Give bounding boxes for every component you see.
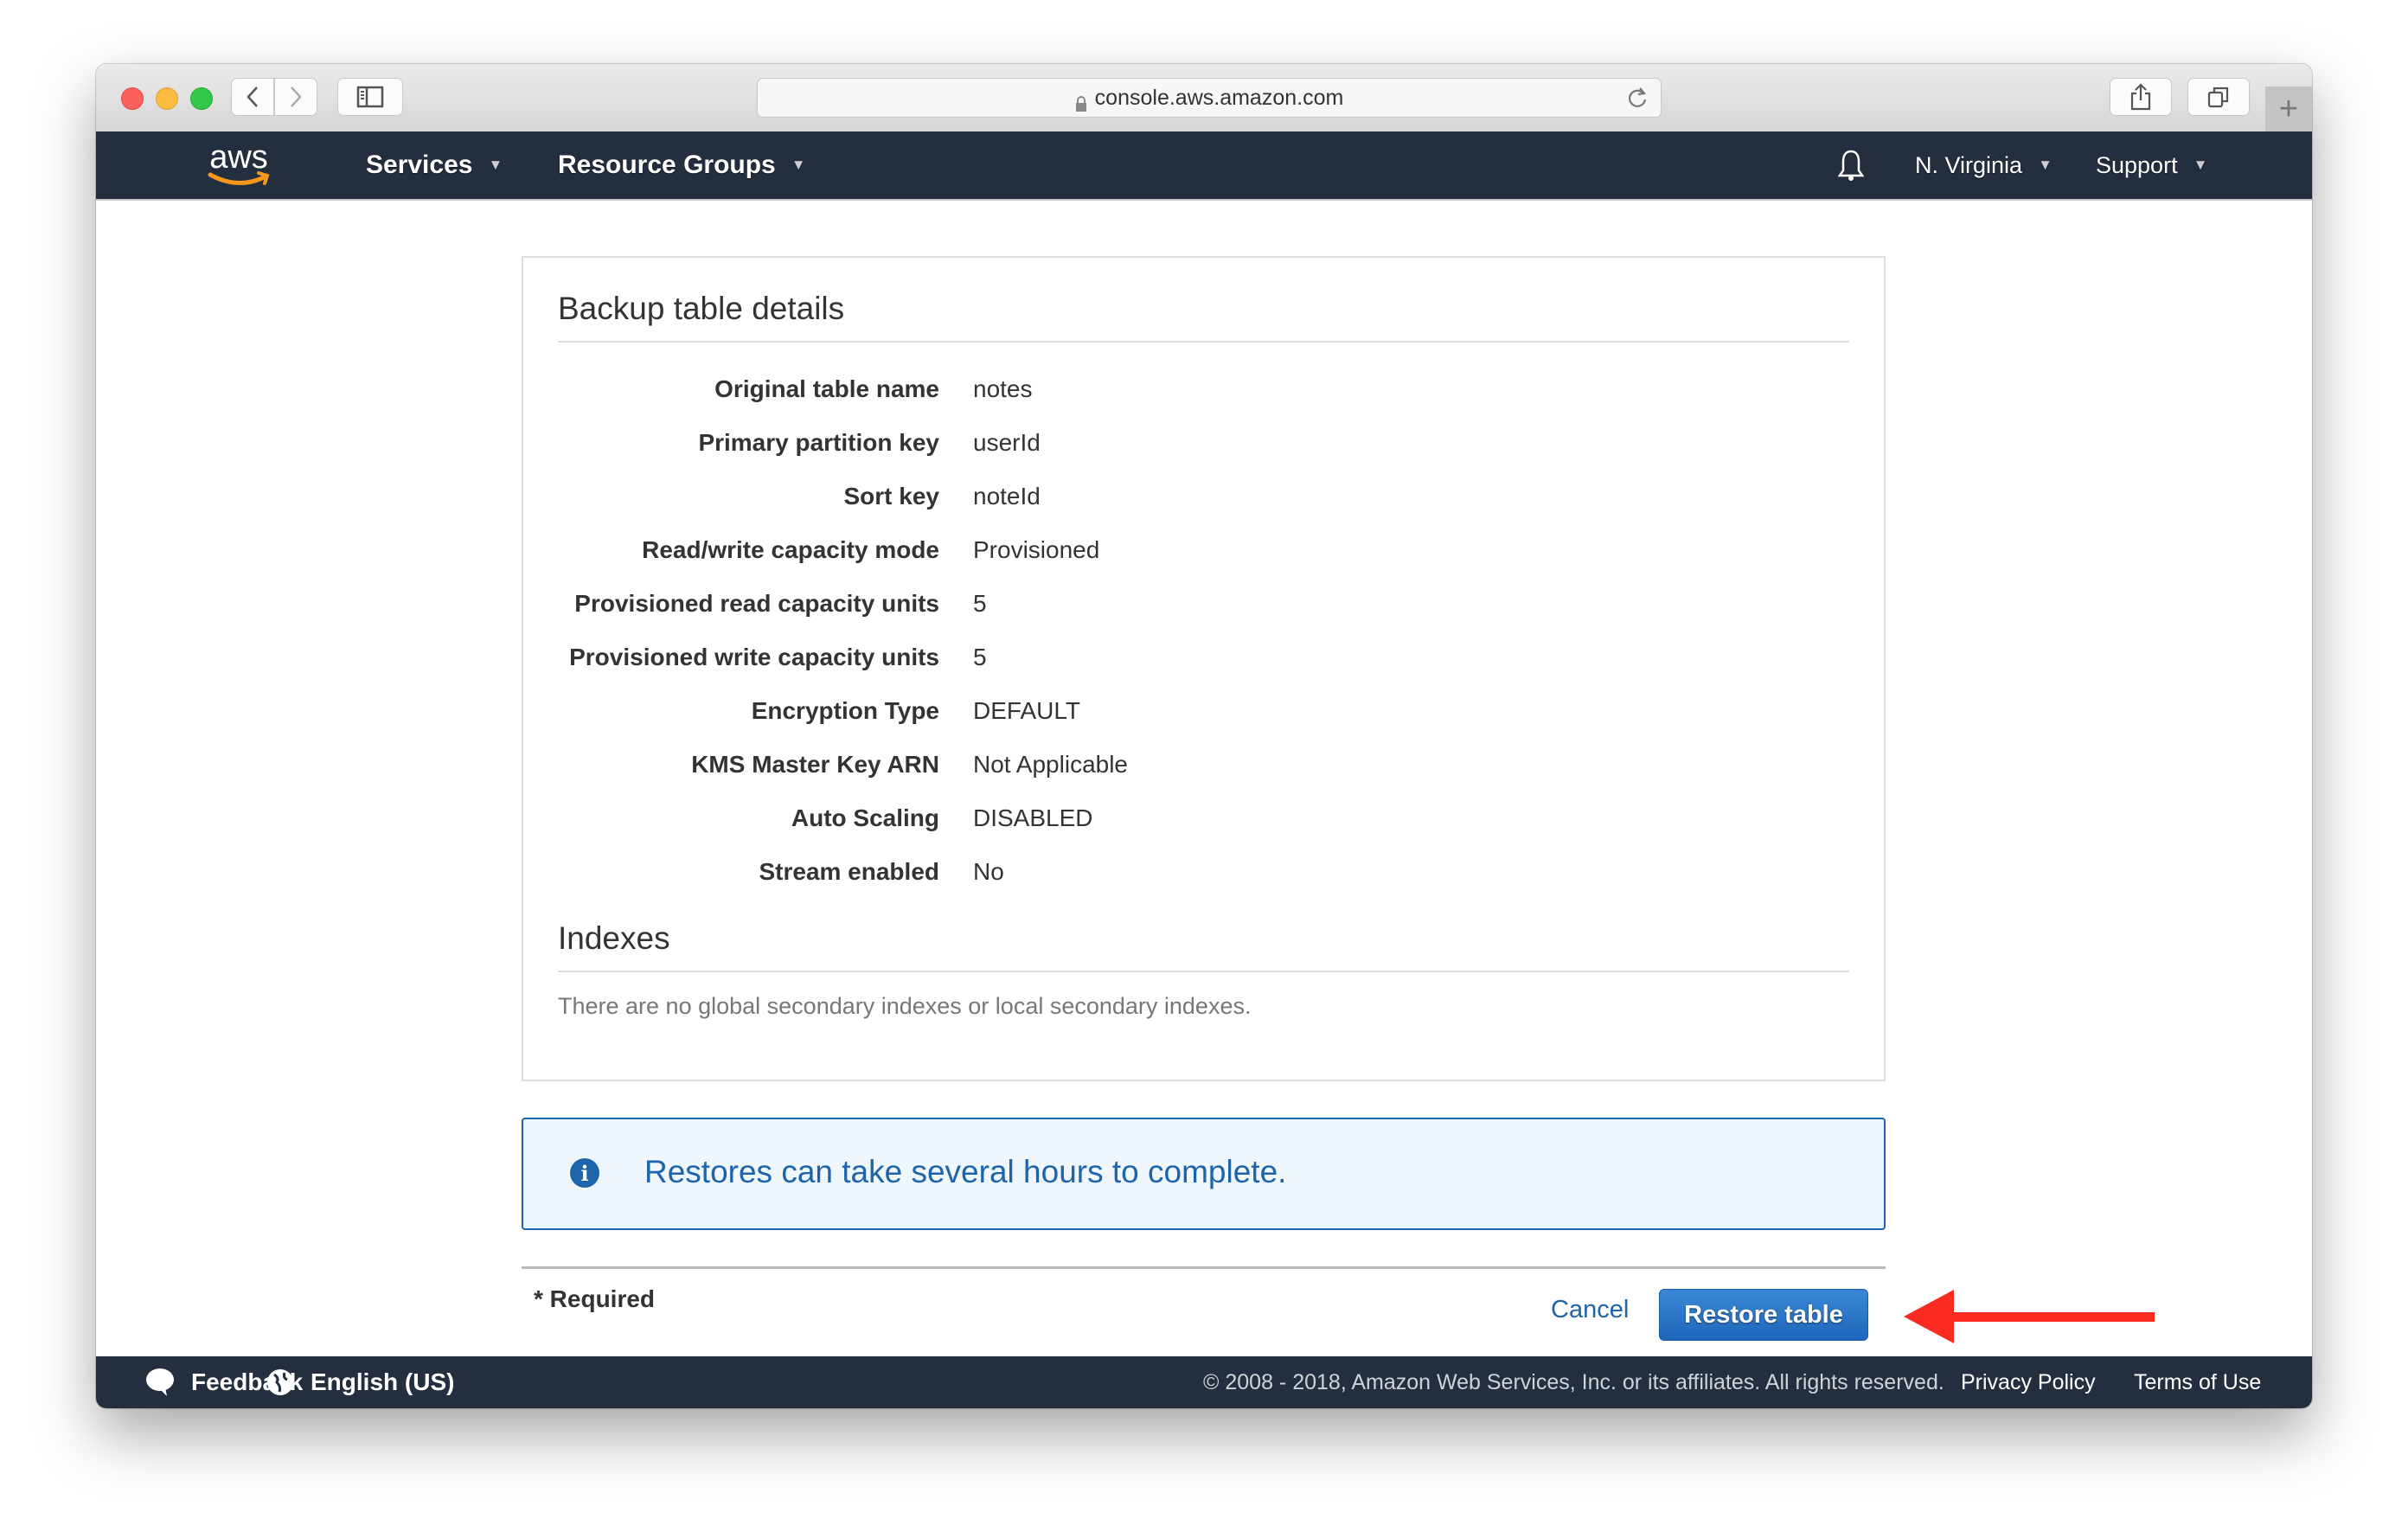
indexes-empty-message: There are no global secondary indexes or…	[558, 993, 1252, 1019]
detail-label: Primary partition key	[698, 429, 939, 456]
support-menu[interactable]: Support ▼	[2096, 131, 2207, 199]
divider	[558, 341, 1849, 343]
sidebar-icon	[356, 86, 384, 108]
detail-value: DISABLED	[973, 804, 1093, 831]
detail-label: Read/write capacity mode	[642, 536, 939, 563]
speech-bubble-icon	[146, 1368, 174, 1396]
plus-icon: +	[2278, 90, 2299, 127]
region-label: N. Virginia	[1915, 151, 2023, 178]
language-label: English (US)	[311, 1368, 455, 1395]
copyright-text: © 2008 - 2018, Amazon Web Services, Inc.…	[1203, 1369, 1944, 1394]
aws-navbar: aws Services ▼ Resource Groups ▼ N. Virg…	[96, 131, 2312, 201]
detail-row: Provisioned write capacity units 5	[523, 644, 1884, 678]
detail-row: Stream enabled No	[523, 858, 1884, 893]
info-alert: i Restores can take several hours to com…	[522, 1118, 1886, 1230]
show-tabs-button[interactable]	[2187, 78, 2250, 116]
new-tab-button[interactable]: +	[2265, 87, 2312, 131]
services-menu[interactable]: Services ▼	[366, 131, 503, 199]
privacy-policy-link[interactable]: Privacy Policy	[1961, 1356, 2096, 1408]
detail-label: Original table name	[714, 375, 939, 402]
sidebar-toggle-button[interactable]	[337, 78, 403, 116]
detail-row: Auto Scaling DISABLED	[523, 804, 1884, 839]
reload-icon[interactable]	[1626, 86, 1649, 116]
detail-label: Sort key	[843, 483, 940, 509]
detail-value: notes	[973, 375, 1033, 402]
url-text: console.aws.amazon.com	[1094, 85, 1344, 110]
resource-groups-label: Resource Groups	[558, 151, 776, 179]
cancel-button[interactable]: Cancel	[1551, 1296, 1629, 1324]
console-footer: Feedback English (US) © 2008 - 2018, Ama…	[96, 1356, 2312, 1408]
detail-label: Provisioned read capacity units	[574, 590, 939, 617]
resource-groups-menu[interactable]: Resource Groups ▼	[558, 131, 806, 199]
tabs-icon	[2207, 87, 2229, 108]
browser-window: console.aws.amazon.com + aws Services ▼ …	[96, 64, 2312, 1408]
required-note: * Required	[534, 1285, 656, 1312]
support-label: Support	[2096, 151, 2178, 178]
detail-row: Sort key noteId	[523, 483, 1884, 517]
detail-label: Encryption Type	[751, 697, 939, 724]
detail-value: 5	[973, 644, 987, 670]
backup-details-panel: Backup table details Original table name…	[522, 256, 1886, 1081]
language-selector[interactable]: English (US)	[266, 1356, 454, 1408]
services-label: Services	[366, 151, 473, 179]
globe-icon	[267, 1369, 293, 1395]
minimize-window-button[interactable]	[156, 87, 178, 110]
detail-row: Encryption Type DEFAULT	[523, 697, 1884, 732]
backup-details-title: Backup table details	[558, 291, 845, 326]
back-button[interactable]	[231, 78, 274, 116]
detail-row: Provisioned read capacity units 5	[523, 590, 1884, 625]
share-button[interactable]	[2110, 78, 2172, 116]
info-icon: i	[570, 1158, 599, 1188]
annotation-arrow-icon	[1904, 1290, 2155, 1343]
detail-label: Stream enabled	[759, 858, 939, 885]
detail-value: DEFAULT	[973, 697, 1080, 724]
chevron-right-icon	[291, 87, 302, 107]
divider	[522, 1266, 1886, 1269]
detail-label: Provisioned write capacity units	[569, 644, 939, 670]
detail-row: Original table name notes	[523, 375, 1884, 410]
detail-value: Not Applicable	[973, 751, 1129, 778]
terms-of-use-link[interactable]: Terms of Use	[2134, 1356, 2261, 1408]
detail-label: Auto Scaling	[791, 804, 939, 831]
detail-value: No	[973, 858, 1004, 885]
detail-row: Read/write capacity mode Provisioned	[523, 536, 1884, 571]
close-window-button[interactable]	[121, 87, 144, 110]
indexes-title: Indexes	[558, 920, 670, 956]
browser-toolbar: console.aws.amazon.com +	[96, 64, 2312, 132]
share-icon	[2130, 83, 2151, 111]
detail-value: 5	[973, 590, 987, 617]
aws-logo[interactable]: aws	[200, 139, 278, 192]
restore-table-button[interactable]: Restore table	[1659, 1289, 1868, 1341]
forward-button[interactable]	[274, 78, 317, 116]
detail-value: Provisioned	[973, 536, 1100, 563]
notifications-button[interactable]	[1836, 131, 1866, 199]
lock-icon	[1075, 93, 1087, 112]
aws-logo-text: aws	[209, 140, 268, 176]
detail-row: Primary partition key userId	[523, 429, 1884, 464]
chevron-down-icon: ▼	[2193, 157, 2208, 173]
detail-value: noteId	[973, 483, 1041, 509]
chevron-left-icon	[247, 87, 258, 107]
info-alert-message: Restores can take several hours to compl…	[644, 1154, 1287, 1189]
detail-value: userId	[973, 429, 1041, 456]
detail-label: KMS Master Key ARN	[691, 751, 939, 778]
bell-icon	[1837, 150, 1865, 181]
chevron-down-icon: ▼	[791, 157, 806, 173]
detail-row: KMS Master Key ARN Not Applicable	[523, 751, 1884, 785]
chevron-down-icon: ▼	[488, 157, 503, 173]
address-bar[interactable]: console.aws.amazon.com	[757, 78, 1662, 118]
chevron-down-icon: ▼	[2038, 157, 2053, 173]
maximize-window-button[interactable]	[190, 87, 213, 110]
divider	[558, 971, 1849, 972]
region-selector[interactable]: N. Virginia ▼	[1915, 131, 2053, 199]
